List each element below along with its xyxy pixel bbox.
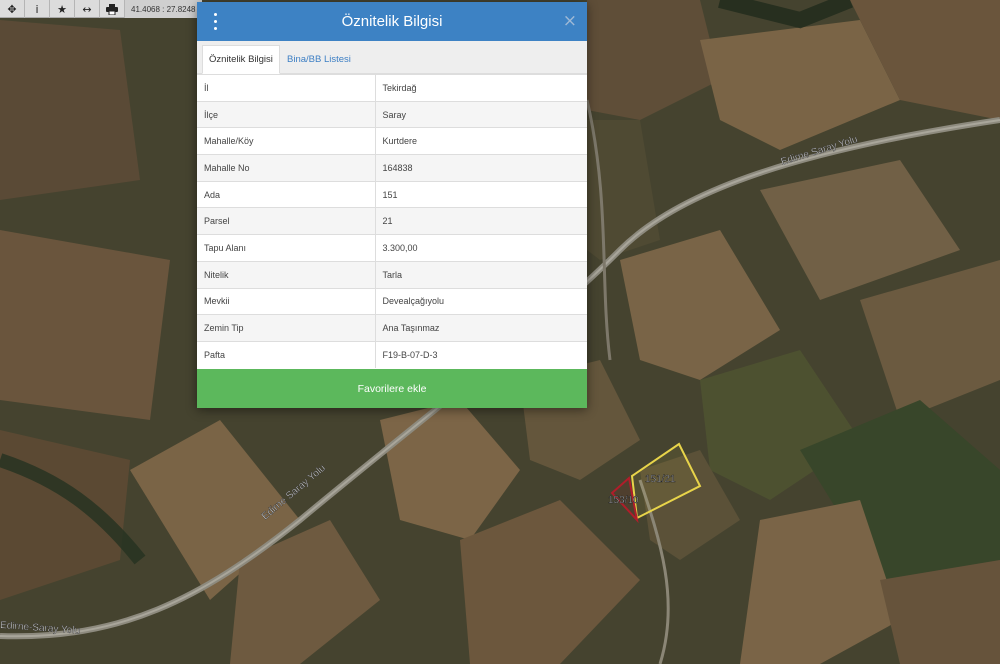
- table-row: Ada 151: [197, 180, 587, 208]
- table-row: Parsel 21: [197, 207, 587, 235]
- row-key: Mahalle No: [197, 154, 376, 182]
- row-value: Kurtdere: [375, 127, 587, 155]
- attribute-table: İl Tekirdağ İlçe Saray Mahalle/Köy Kurtdere…: [197, 74, 587, 369]
- attribute-info-modal: Öznitelik Bilgisi × Öznitelik Bilgisi Bi…: [197, 2, 587, 408]
- tab-building-list[interactable]: Bina/BB Listesi: [281, 45, 357, 74]
- tab-attribute-info[interactable]: Öznitelik Bilgisi: [202, 45, 280, 74]
- modal-title: Öznitelik Bilgisi: [341, 13, 443, 30]
- close-icon[interactable]: ×: [563, 11, 577, 31]
- tabs-bar: Öznitelik Bilgisi Bina/BB Listesi: [197, 41, 587, 74]
- print-icon[interactable]: [100, 0, 125, 18]
- row-key: Tapu Alanı: [197, 234, 376, 262]
- row-value: 164838: [375, 154, 587, 182]
- add-to-favorites-button[interactable]: Favorilere ekle: [197, 369, 587, 408]
- row-value: 151: [375, 180, 587, 208]
- row-key: Pafta: [197, 340, 376, 369]
- row-value: Ana Taşınmaz: [375, 314, 587, 342]
- kebab-menu-icon[interactable]: [211, 13, 219, 30]
- table-row: Mahalle/Köy Kurtdere: [197, 127, 587, 155]
- row-key: Mevkii: [197, 287, 376, 315]
- parcel-label-151-21: 151/21: [645, 474, 676, 485]
- info-icon[interactable]: i: [25, 0, 50, 18]
- table-row: Mevkii Devealçağıyolu: [197, 287, 587, 315]
- coordinate-readout: 41.4068 : 27.8248: [125, 0, 202, 18]
- move-icon[interactable]: ✥: [0, 0, 25, 18]
- row-value: Devealçağıyolu: [375, 287, 587, 315]
- table-row: Mahalle No 164838: [197, 154, 587, 182]
- table-row: Nitelik Tarla: [197, 260, 587, 288]
- row-value: F19-B-07-D-3: [375, 340, 587, 369]
- table-row: Pafta F19-B-07-D-3: [197, 340, 587, 369]
- star-icon[interactable]: ★: [50, 0, 75, 18]
- row-value: Tarla: [375, 260, 587, 288]
- map-toolbar: ✥ i ★ ↔ 41.4068 : 27.8248: [0, 0, 202, 18]
- table-row: İlçe Saray: [197, 100, 587, 128]
- row-value: 21: [375, 207, 587, 235]
- row-value: Tekirdağ: [375, 74, 587, 102]
- row-value: Saray: [375, 100, 587, 128]
- row-key: Mahalle/Köy: [197, 127, 376, 155]
- row-key: İl: [197, 74, 376, 102]
- row-key: Ada: [197, 180, 376, 208]
- row-value: 3.300,00: [375, 234, 587, 262]
- parcel-label-153-10: 153/10: [608, 495, 639, 506]
- row-key: Zemin Tip: [197, 314, 376, 342]
- modal-header: Öznitelik Bilgisi ×: [197, 2, 587, 41]
- table-row: Tapu Alanı 3.300,00: [197, 234, 587, 262]
- table-row: Zemin Tip Ana Taşınmaz: [197, 314, 587, 342]
- measure-icon[interactable]: ↔: [75, 0, 100, 18]
- row-key: Parsel: [197, 207, 376, 235]
- row-key: İlçe: [197, 100, 376, 128]
- row-key: Nitelik: [197, 260, 376, 288]
- table-row: İl Tekirdağ: [197, 74, 587, 102]
